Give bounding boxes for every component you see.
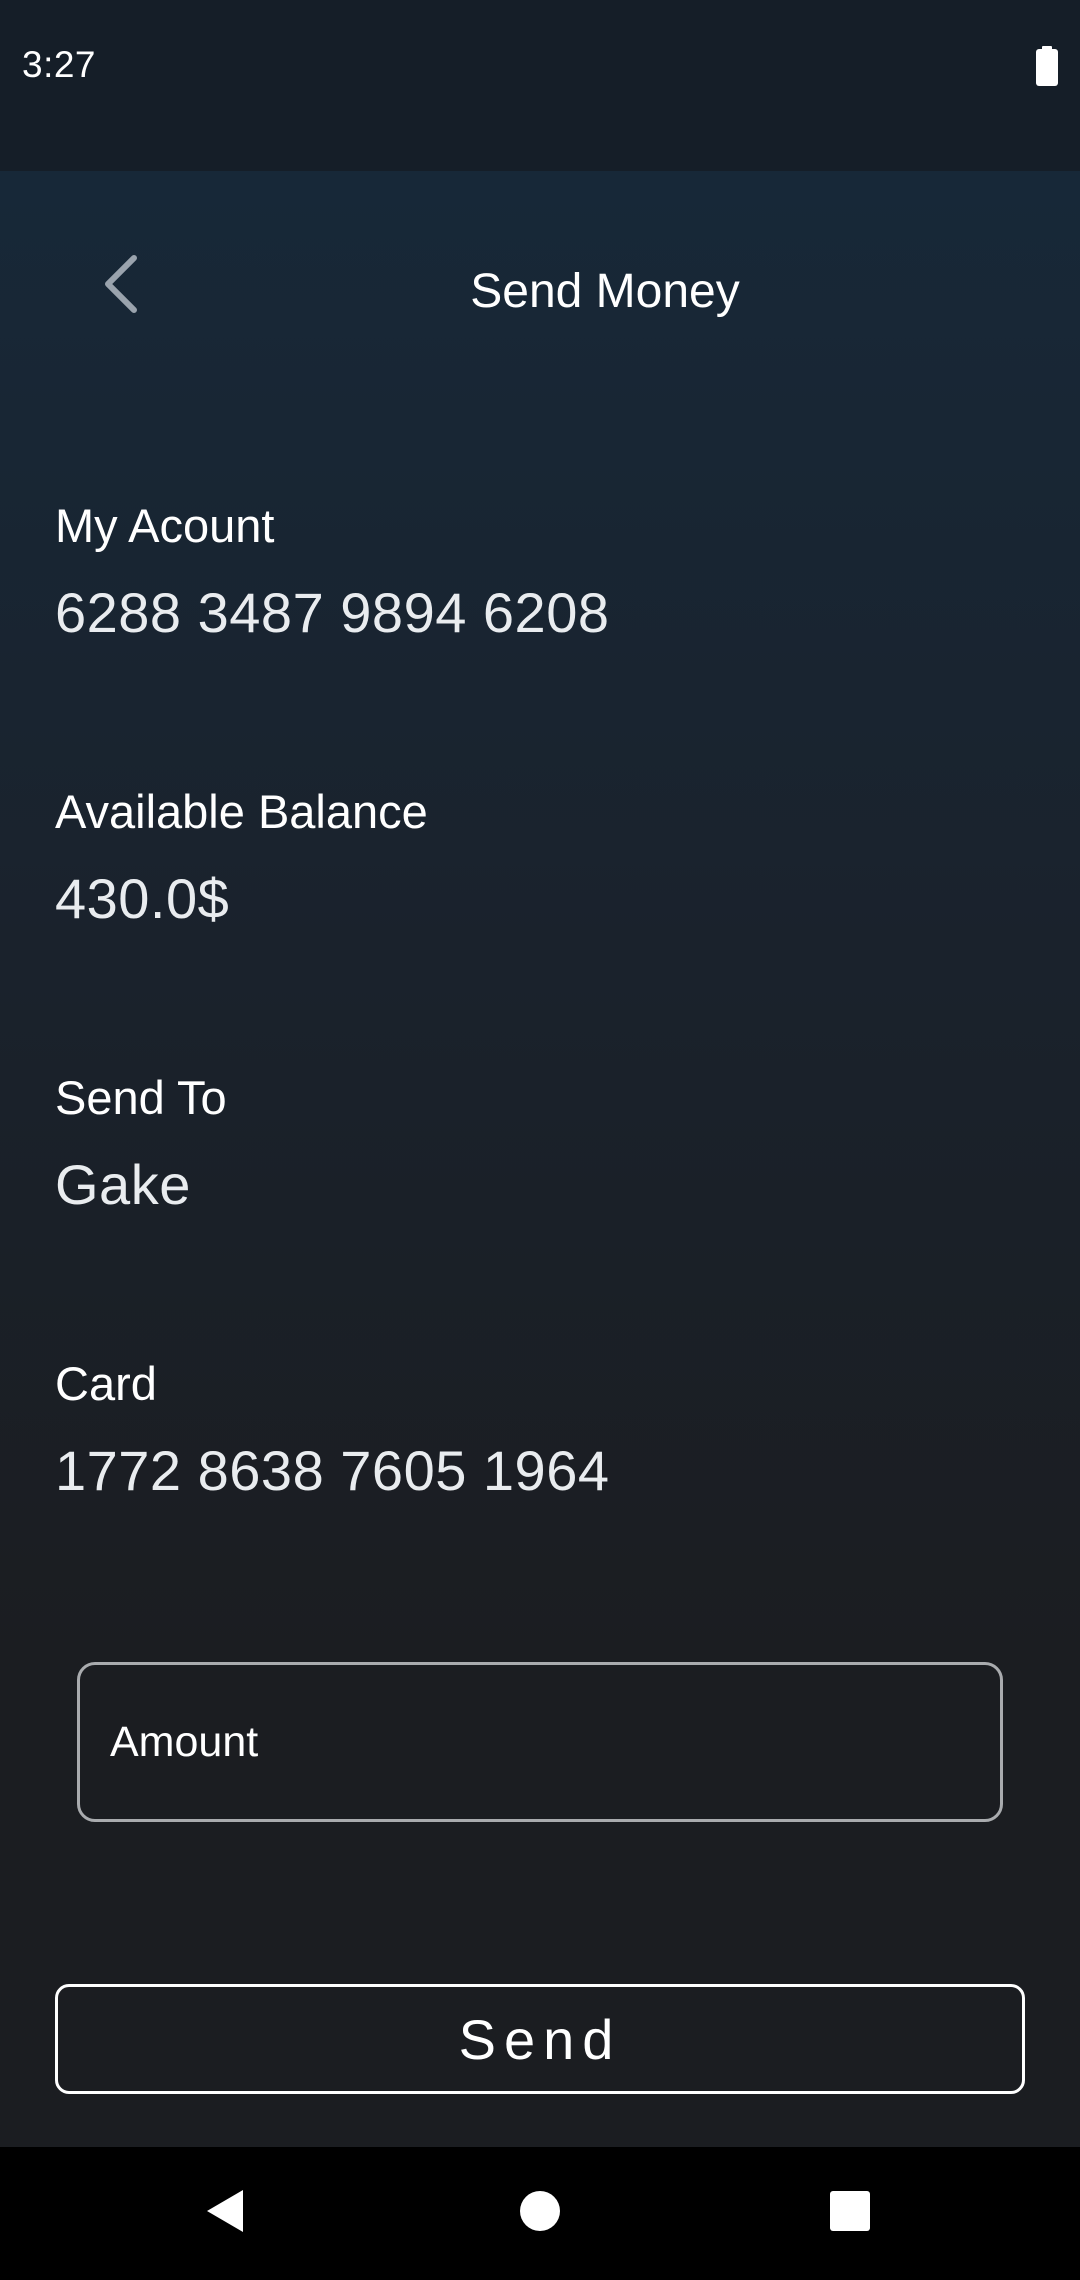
status-bar: 3:27 bbox=[0, 0, 1080, 171]
page-title: Send Money bbox=[470, 265, 740, 318]
balance-label: Available Balance bbox=[55, 785, 428, 838]
triangle-back-icon bbox=[205, 2188, 245, 2239]
back-button[interactable] bbox=[80, 246, 160, 326]
account-label: My Acount bbox=[55, 499, 275, 552]
send-button[interactable]: Send bbox=[55, 1984, 1025, 2094]
nav-home-button[interactable] bbox=[500, 2177, 580, 2249]
amount-input[interactable] bbox=[110, 1665, 970, 1819]
square-recents-icon bbox=[829, 2190, 871, 2237]
chevron-left-icon bbox=[98, 252, 142, 321]
balance-value: 430.0$ bbox=[55, 867, 230, 930]
circle-home-icon bbox=[519, 2190, 561, 2237]
main-content: Send Money My Acount 6288 3487 9894 6208… bbox=[0, 171, 1080, 2147]
card-number: 1772 8638 7605 1964 bbox=[55, 1439, 610, 1502]
amount-field[interactable] bbox=[77, 1662, 1003, 1822]
card-label: Card bbox=[55, 1357, 157, 1410]
battery-full-icon bbox=[1036, 46, 1058, 86]
recipient-label: Send To bbox=[55, 1071, 227, 1124]
app-bar: Send Money bbox=[0, 171, 1080, 411]
recipient-name: Gake bbox=[55, 1153, 191, 1216]
send-money-screen: 3:27 Send Money My Acount 6288 3487 9894… bbox=[0, 0, 1080, 2280]
status-time: 3:27 bbox=[22, 44, 97, 85]
navigation-bar bbox=[0, 2147, 1080, 2280]
nav-recents-button[interactable] bbox=[810, 2177, 890, 2249]
account-number: 6288 3487 9894 6208 bbox=[55, 581, 610, 644]
nav-back-button[interactable] bbox=[185, 2177, 265, 2249]
